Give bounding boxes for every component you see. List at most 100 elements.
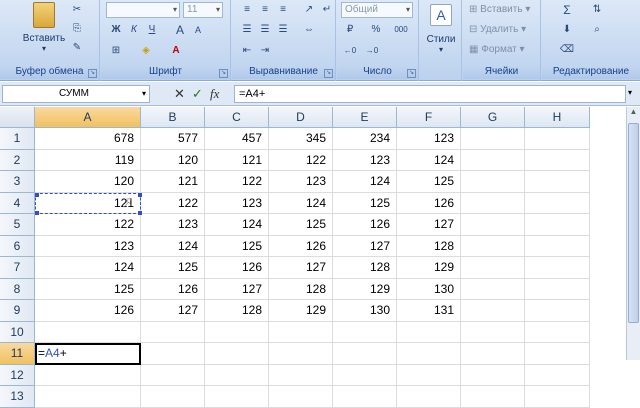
column-header-g[interactable]: G xyxy=(461,107,525,128)
cell-c10[interactable] xyxy=(205,321,269,343)
cell-e5[interactable]: 126 xyxy=(333,214,397,236)
cell-e11[interactable] xyxy=(333,343,397,365)
cell-a5[interactable]: 122 xyxy=(35,214,141,236)
reference-handle[interactable] xyxy=(138,211,142,215)
cell-b8[interactable]: 126 xyxy=(141,278,205,300)
scroll-thumb[interactable] xyxy=(628,123,639,323)
clipboard-launcher[interactable]: ↘ xyxy=(88,69,97,78)
cell-f4[interactable]: 126 xyxy=(397,192,461,214)
cell-f5[interactable]: 127 xyxy=(397,214,461,236)
column-header-e[interactable]: E xyxy=(333,107,397,128)
cell-h1[interactable] xyxy=(525,128,590,150)
vertical-scrollbar[interactable]: ▲ xyxy=(626,107,640,360)
cell-c4[interactable]: 123 xyxy=(205,192,269,214)
cell-d1[interactable]: 345 xyxy=(269,128,333,150)
cell-g3[interactable] xyxy=(461,171,525,193)
cell-g12[interactable] xyxy=(461,364,525,386)
cell-d11[interactable] xyxy=(269,343,333,365)
cell-e7[interactable]: 128 xyxy=(333,257,397,279)
cell-c9[interactable]: 128 xyxy=(205,300,269,322)
column-header-d[interactable]: D xyxy=(269,107,333,128)
align-top-icon[interactable]: ≡ xyxy=(238,3,256,17)
cell-d4[interactable]: 124 xyxy=(269,192,333,214)
align-bottom-icon[interactable]: ≡ xyxy=(274,3,292,17)
cell-d5[interactable]: 125 xyxy=(269,214,333,236)
cell-e1[interactable]: 234 xyxy=(333,128,397,150)
cell-b11[interactable] xyxy=(141,343,205,365)
cell-c7[interactable]: 126 xyxy=(205,257,269,279)
scroll-up-icon[interactable]: ▲ xyxy=(627,107,640,121)
cell-d8[interactable]: 128 xyxy=(269,278,333,300)
cell-d10[interactable] xyxy=(269,321,333,343)
cell-h7[interactable] xyxy=(525,257,590,279)
number-format-combo[interactable]: Общий ▾ xyxy=(341,2,413,18)
insert-cells-button[interactable]: ⊞ Вставить ▾ xyxy=(469,4,530,15)
row-header-3[interactable]: 3 xyxy=(0,171,35,193)
increase-indent-icon[interactable]: ⇥ xyxy=(256,44,274,58)
select-all-corner[interactable] xyxy=(0,107,35,128)
cell-h2[interactable] xyxy=(525,149,590,171)
cell-a1[interactable]: 678 xyxy=(35,128,141,150)
font-launcher[interactable]: ↘ xyxy=(219,69,228,78)
fill-icon[interactable]: ⬇ xyxy=(558,23,576,37)
cell-g13[interactable] xyxy=(461,386,525,408)
column-header-f[interactable]: F xyxy=(397,107,461,128)
cell-g10[interactable] xyxy=(461,321,525,343)
cell-e3[interactable]: 124 xyxy=(333,171,397,193)
cut-icon[interactable]: ✂ xyxy=(68,3,86,17)
cell-b12[interactable] xyxy=(141,364,205,386)
cell-b2[interactable]: 120 xyxy=(141,149,205,171)
cell-h12[interactable] xyxy=(525,364,590,386)
align-left-icon[interactable]: ☰ xyxy=(238,23,256,37)
cell-f10[interactable] xyxy=(397,321,461,343)
row-header-10[interactable]: 10 xyxy=(0,321,35,343)
align-middle-icon[interactable]: ≡ xyxy=(256,3,274,17)
cell-f2[interactable]: 124 xyxy=(397,149,461,171)
cell-f13[interactable] xyxy=(397,386,461,408)
cell-e6[interactable]: 127 xyxy=(333,235,397,257)
row-header-2[interactable]: 2 xyxy=(0,149,35,171)
reference-handle[interactable] xyxy=(35,211,39,215)
cell-a10[interactable] xyxy=(35,321,141,343)
column-header-c[interactable]: C xyxy=(205,107,269,128)
cell-h4[interactable] xyxy=(525,192,590,214)
cell-g6[interactable] xyxy=(461,235,525,257)
cell-e9[interactable]: 130 xyxy=(333,300,397,322)
cell-b10[interactable] xyxy=(141,321,205,343)
clear-icon[interactable]: ⌫ xyxy=(558,43,576,57)
currency-icon[interactable]: ₽ xyxy=(341,23,359,37)
name-box[interactable]: СУММ ▾ xyxy=(2,85,150,103)
cell-h5[interactable] xyxy=(525,214,590,236)
cell-f11[interactable] xyxy=(397,343,461,365)
active-cell-a11[interactable]: =A4+ xyxy=(35,343,141,365)
row-header-12[interactable]: 12 xyxy=(0,364,35,386)
decrease-decimal-icon[interactable]: →0 xyxy=(363,44,381,58)
cell-f3[interactable]: 125 xyxy=(397,171,461,193)
cell-f1[interactable]: 123 xyxy=(397,128,461,150)
cell-d12[interactable] xyxy=(269,364,333,386)
cell-g7[interactable] xyxy=(461,257,525,279)
cell-h11[interactable] xyxy=(525,343,590,365)
fill-color-icon[interactable]: ◈ xyxy=(137,44,155,58)
cell-b7[interactable]: 125 xyxy=(141,257,205,279)
decrease-indent-icon[interactable]: ⇤ xyxy=(238,44,256,58)
row-header-1[interactable]: 1 xyxy=(0,128,35,150)
paste-button[interactable]: Вставить ▾ xyxy=(18,2,70,53)
cell-h8[interactable] xyxy=(525,278,590,300)
format-cells-button[interactable]: ▦ Формат ▾ xyxy=(469,44,525,55)
cell-c13[interactable] xyxy=(205,386,269,408)
cell-e13[interactable] xyxy=(333,386,397,408)
cell-g1[interactable] xyxy=(461,128,525,150)
autosum-button[interactable]: Σ xyxy=(558,3,576,17)
reference-handle[interactable] xyxy=(138,192,142,197)
increase-decimal-icon[interactable]: ←0 xyxy=(341,44,359,58)
cell-g4[interactable] xyxy=(461,192,525,214)
cell-e10[interactable] xyxy=(333,321,397,343)
cell-a2[interactable]: 119 xyxy=(35,149,141,171)
row-header-13[interactable]: 13 xyxy=(0,386,35,408)
reference-handle[interactable] xyxy=(35,192,39,197)
cell-c11[interactable] xyxy=(205,343,269,365)
cell-c6[interactable]: 125 xyxy=(205,235,269,257)
grow-font-button[interactable]: A xyxy=(171,23,189,37)
cell-g8[interactable] xyxy=(461,278,525,300)
